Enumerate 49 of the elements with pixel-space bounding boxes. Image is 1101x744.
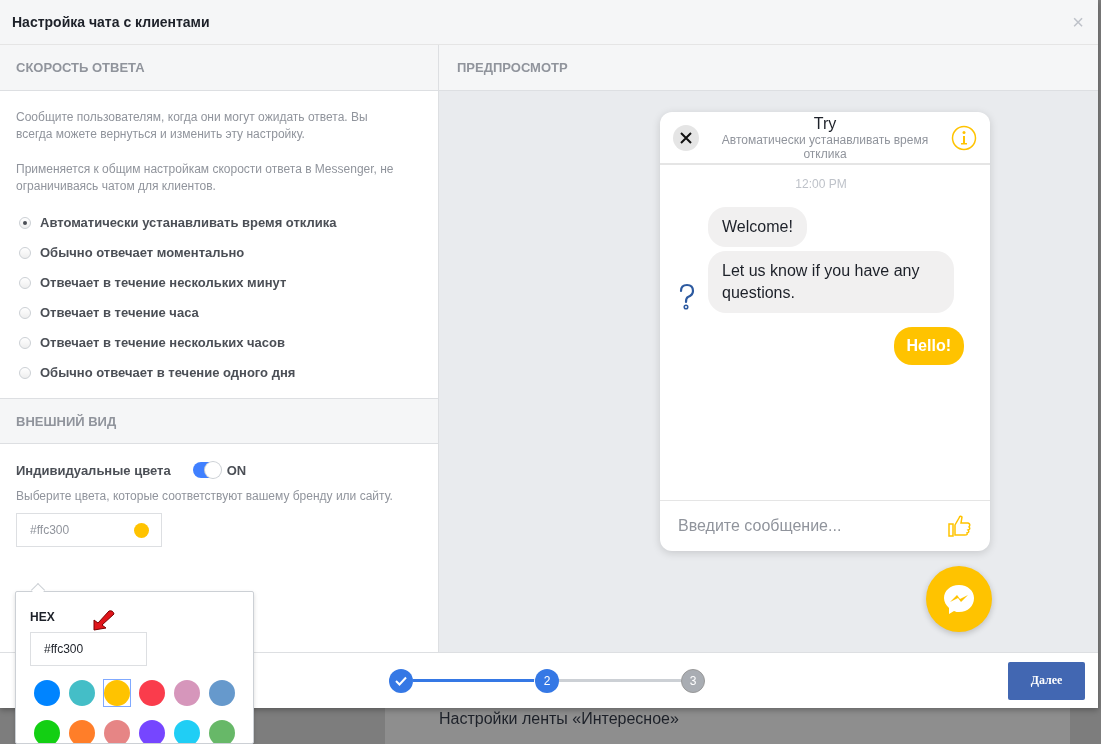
radio-option[interactable]: Автоматически устанавливать время отклика (16, 213, 337, 232)
color-swatch[interactable] (103, 679, 131, 707)
step-indicator: 3 (681, 668, 705, 693)
radio-option[interactable]: Обычно отвечает в течение одного дня (16, 363, 296, 382)
message-bubble: Let us know if you have any questions. (708, 251, 954, 313)
messenger-icon (941, 582, 977, 616)
color-swatch[interactable] (208, 679, 236, 707)
section-title: СКОРОСТЬ ОТВЕТА (16, 60, 145, 75)
message-bubble: Hello! (893, 327, 964, 365)
color-swatch[interactable] (173, 719, 201, 743)
question-mark-icon (678, 283, 696, 311)
info-icon (951, 124, 977, 151)
hex-input[interactable]: #ffc300 (30, 632, 147, 666)
radio-option[interactable]: Отвечает в течение нескольких минут (16, 273, 287, 292)
color-swatch[interactable] (68, 679, 96, 707)
toggle-switch[interactable] (192, 462, 221, 478)
section-title: ВНЕШНИЙ ВИД (16, 413, 117, 429)
color-swatch[interactable] (208, 719, 236, 743)
messenger-button[interactable] (926, 566, 992, 632)
step-indicator: 2 (535, 668, 559, 693)
message-time: 12:00 PM (794, 177, 848, 191)
radio-option[interactable]: Обычно отвечает моментально (16, 243, 245, 262)
section-title: ПРЕДПРОСМОТР (457, 60, 568, 75)
next-button[interactable]: Далее (1008, 661, 1085, 700)
message-bubble: Welcome! (708, 207, 807, 247)
background-heading: Настройки ленты «Интересное» (439, 709, 679, 728)
radio-option[interactable]: Отвечает в течение часа (16, 303, 199, 322)
color-swatch[interactable] (33, 719, 61, 743)
message-field[interactable]: Введите сообщение... (676, 516, 940, 536)
color-swatch[interactable] (68, 719, 96, 743)
close-icon (680, 131, 692, 144)
check-icon (394, 674, 408, 687)
chat-title: Try (812, 114, 838, 133)
color-swatch[interactable] (138, 719, 166, 743)
color-swatch[interactable] (33, 679, 61, 707)
toggle-state: ON (226, 462, 247, 478)
description-text: Применяется к общим настройкам скорости ответа в Messenger, не ограничиваясь чатом для клиентов. (16, 161, 394, 195)
setting-label: Индивидуальные цвета (16, 462, 171, 478)
hex-label: HEX (30, 610, 55, 624)
description-text: Сообщите пользователям, когда они могут ожидать ответа. Вы всегда можете вернуться и изменить эту настройку. (16, 109, 369, 143)
chat-subtitle: Автоматически устанавливать время отклика (720, 132, 930, 161)
thumbs-up-icon (948, 514, 972, 538)
close-button[interactable] (673, 124, 699, 151)
color-swatch[interactable] (103, 719, 131, 743)
color-swatch[interactable] (138, 679, 166, 707)
radio-option[interactable]: Отвечает в течение нескольких часов (16, 333, 285, 352)
color-swatch[interactable] (173, 679, 201, 707)
hint-text: Выберите цвета, которые соответствуют вашему бренду или сайту. (16, 488, 394, 505)
dialog-title: Настройка чата с клиентами (12, 14, 210, 30)
